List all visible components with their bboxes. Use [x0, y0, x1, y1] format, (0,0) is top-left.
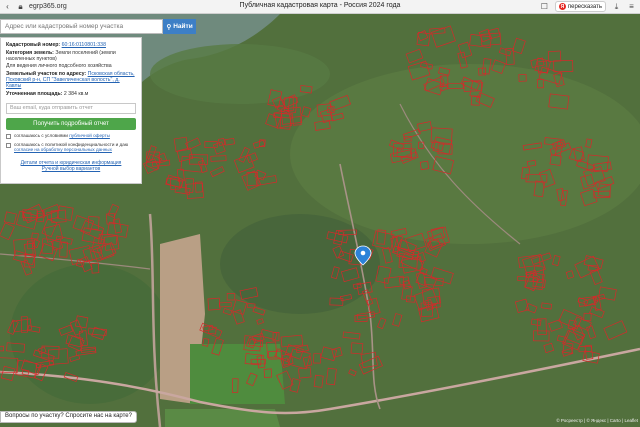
- browser-bar: ‹ 🔒︎ egrp365.org Публичная кадастровая к…: [0, 0, 640, 14]
- area-value: 2 384 кв.м: [63, 91, 89, 98]
- consent-privacy-checkbox[interactable]: [6, 142, 11, 148]
- menu-icon[interactable]: ≡: [627, 2, 636, 11]
- search-input[interactable]: [0, 19, 164, 34]
- consent-privacy-label: соглашаюсь с политикой конфиденциальност…: [14, 141, 129, 147]
- offer-link[interactable]: публичной оферты: [69, 133, 110, 138]
- translate-label: пересказать: [567, 3, 602, 10]
- category-row: Категория земель: Земли поселений (земли…: [6, 50, 136, 69]
- bookmark-icon[interactable]: ☐: [540, 2, 549, 11]
- ask-question-button[interactable]: Вопросы по участку? Спросите нас на карт…: [0, 411, 137, 423]
- panel-footer: Детали отчета и юридическая информация Р…: [6, 160, 136, 172]
- manual-choice-link[interactable]: Ручной выбор вариантов: [42, 166, 100, 172]
- map-attribution: © Росреестр | © Яндекс | Carto | Leaflet: [556, 418, 638, 423]
- search-icon: ⚲: [166, 23, 172, 31]
- cadastral-row: Кадастровый номер: 60:16:0110801:338: [6, 42, 136, 48]
- browser-actions: ☐ Я пересказать ⤓ ≡: [540, 1, 636, 12]
- consent-privacy[interactable]: соглашаюсь с политикой конфиденциальност…: [6, 142, 136, 153]
- consent-offer-checkbox[interactable]: [6, 133, 11, 139]
- use-value: Для ведения личного подсобного хозяйства: [6, 62, 112, 69]
- consent-privacy-text: соглашаюсь с политикой конфиденциальност…: [14, 142, 136, 153]
- translate-button[interactable]: Я пересказать: [554, 1, 606, 12]
- privacy-link[interactable]: согласие на обработку персональных данны…: [14, 147, 112, 152]
- area-row: Уточненная площадь: 2 384 кв.м: [6, 91, 136, 97]
- get-report-button[interactable]: Получить подробный отчет: [6, 117, 136, 130]
- green-field: [190, 344, 285, 404]
- area-label: Уточненная площадь:: [6, 91, 63, 98]
- field-area: [290, 64, 640, 244]
- search-button[interactable]: ⚲ Найти: [163, 19, 196, 34]
- category-label: Категория земель:: [6, 50, 54, 57]
- address-row: Земельный участок по адресу: Псковская о…: [6, 71, 136, 90]
- search-bar: ⚲ Найти: [0, 19, 196, 34]
- search-button-label: Найти: [173, 23, 193, 30]
- cadastral-number-link[interactable]: 60:16:0110801:338: [62, 42, 106, 48]
- parcel-info-panel: Кадастровый номер: 60:16:0110801:338 Кат…: [0, 37, 142, 184]
- consent-offer-label: соглашаюсь с условиями: [14, 132, 68, 138]
- consent-offer[interactable]: соглашаюсь с условиями публичной оферты: [6, 133, 136, 139]
- cadastral-label: Кадастровый номер:: [6, 42, 61, 48]
- field-area: [150, 44, 330, 104]
- email-field[interactable]: Ваш email, куда отправить отчет: [6, 102, 136, 114]
- address-label: Земельный участок по адресу:: [6, 70, 87, 77]
- yandex-icon: Я: [558, 3, 566, 10]
- download-icon[interactable]: ⤓: [612, 2, 621, 11]
- consent-offer-text: соглашаюсь с условиями публичной оферты: [14, 133, 110, 139]
